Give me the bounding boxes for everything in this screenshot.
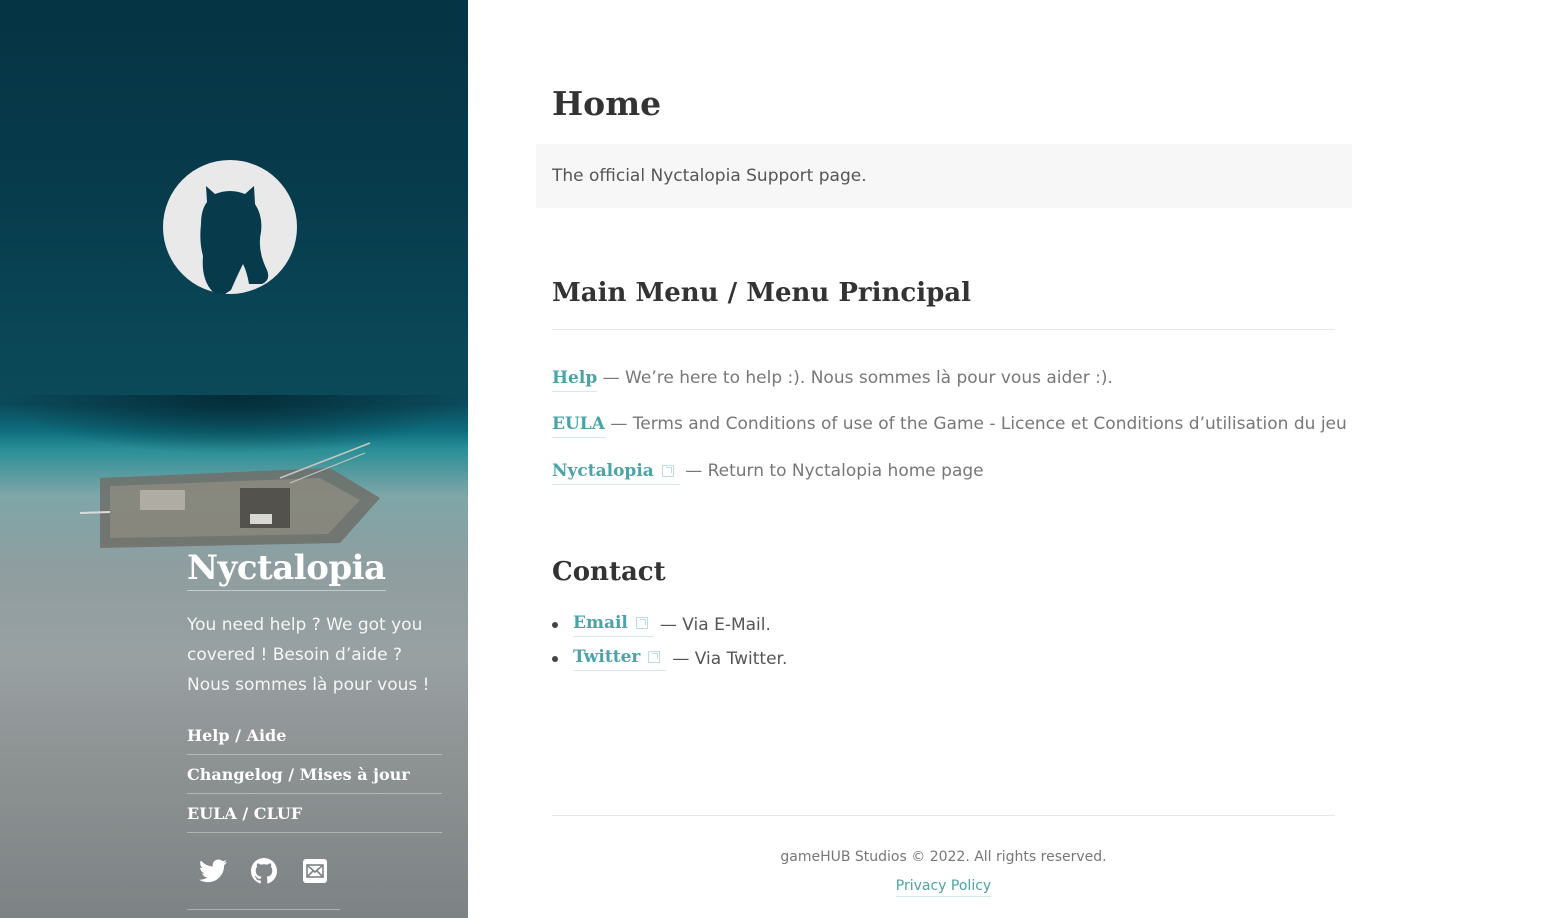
sidebar-item-changelog: Changelog / Mises à jour: [187, 755, 442, 794]
sidebar-link-eula[interactable]: EULA / CLUF: [187, 804, 302, 823]
twitter-link-label: Twitter: [573, 647, 641, 667]
page-title: Home: [552, 84, 662, 123]
site-tagline: You need help ? We got you covered ! Bes…: [187, 615, 430, 695]
github-link[interactable]: [238, 846, 289, 896]
email-link[interactable]: [289, 846, 340, 896]
nyctalopia-description: — Return to Nyctalopia home page: [685, 461, 984, 481]
email-description: — Via E-Mail.: [659, 615, 771, 635]
privacy-policy-link[interactable]: Privacy Policy: [895, 878, 992, 897]
copyright-text: gameHUB Studios © 2022. All rights reser…: [780, 849, 1107, 865]
twitter-icon: [198, 859, 227, 883]
email-icon: [302, 859, 327, 883]
sidebar-link-changelog[interactable]: Changelog / Mises à jour: [187, 765, 410, 784]
bullet: [552, 622, 558, 628]
footer-divider: [552, 815, 1335, 816]
menu-item-eula: EULA — Terms and Conditions of use of th…: [552, 414, 1347, 438]
intro-box: The official Nyctalopia Support page.: [536, 144, 1352, 208]
owl-logo-icon: [163, 160, 297, 294]
divider: [552, 329, 1335, 330]
external-link-icon: [648, 651, 661, 663]
twitter-description: — Via Twitter.: [672, 649, 788, 669]
bullet: [552, 656, 558, 662]
list-item: Email — Via E-Mail.: [552, 608, 787, 642]
help-link[interactable]: Help: [552, 368, 598, 392]
email-link-label: Email: [573, 613, 628, 633]
menu-item-nyctalopia: Nyctalopia — Return to Nyctalopia home p…: [552, 461, 984, 485]
twitter-contact-link[interactable]: Twitter: [573, 647, 667, 671]
eula-link[interactable]: EULA: [552, 414, 605, 438]
github-icon: [250, 858, 277, 884]
sidebar: Nyctalopia You need help ? We got you co…: [0, 0, 468, 918]
site-title[interactable]: Nyctalopia: [187, 548, 386, 591]
nyctalopia-link[interactable]: Nyctalopia: [552, 461, 680, 485]
contact-heading: Contact: [552, 557, 666, 587]
sidebar-nav: Help / Aide Changelog / Mises à jour EUL…: [187, 716, 442, 833]
main-menu-heading: Main Menu / Menu Principal: [552, 278, 972, 308]
avatar[interactable]: [163, 160, 297, 294]
footer-links: Privacy Policy: [552, 878, 1335, 897]
intro-text: The official Nyctalopia Support page.: [552, 166, 867, 186]
help-description: — We’re here to help :). Nous sommes là …: [602, 368, 1113, 388]
sidebar-link-help[interactable]: Help / Aide: [187, 726, 286, 745]
sidebar-item-eula: EULA / CLUF: [187, 794, 442, 833]
social-links: [187, 846, 340, 910]
external-link-icon: [635, 617, 648, 629]
external-link-icon: [661, 465, 674, 477]
twitter-link[interactable]: [187, 846, 238, 896]
menu-item-help: Help — We’re here to help :). Nous somme…: [552, 368, 1113, 392]
contact-list: Email — Via E-Mail. Twitter — Via Twitte…: [552, 608, 787, 676]
nyctalopia-link-label: Nyctalopia: [552, 461, 654, 481]
email-contact-link[interactable]: Email: [573, 613, 654, 637]
sidebar-item-help: Help / Aide: [187, 716, 442, 755]
eula-description: — Terms and Conditions of use of the Gam…: [610, 414, 1347, 434]
main-content: Home The official Nyctalopia Support pag…: [468, 0, 1542, 918]
list-item: Twitter — Via Twitter.: [552, 642, 787, 676]
